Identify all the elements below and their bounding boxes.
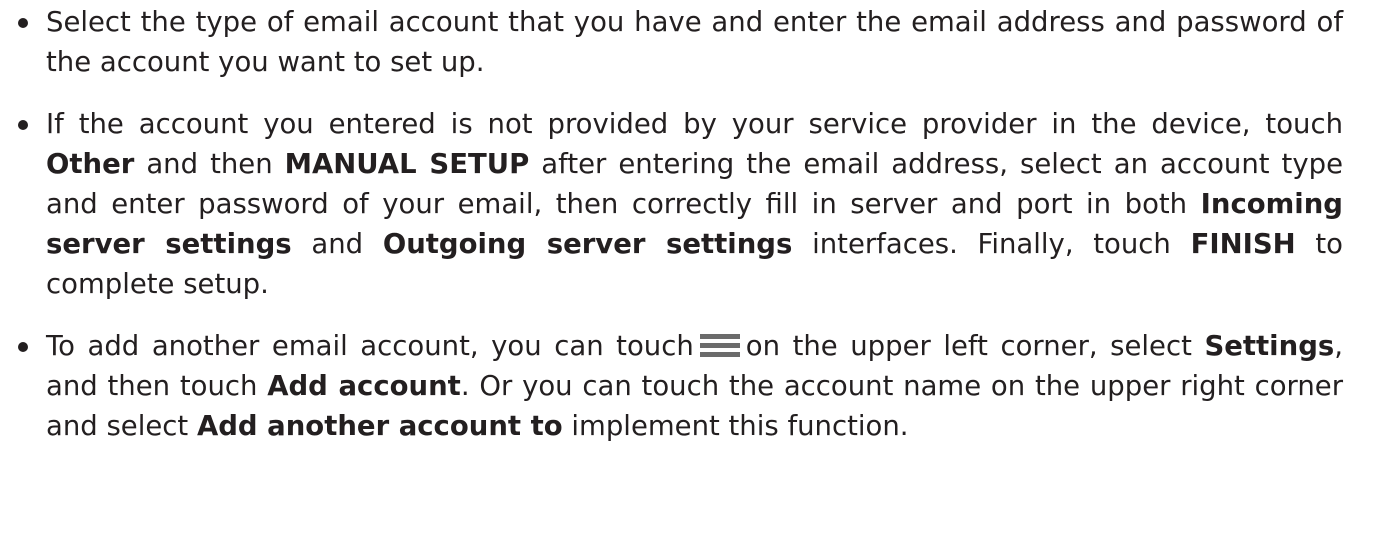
bullet-icon <box>18 18 28 28</box>
bullet-icon <box>18 120 28 130</box>
bullet-text: If the account you entered is not provid… <box>46 108 1343 140</box>
document-page: Select the type of email account that yo… <box>0 0 1373 554</box>
bullet-text: and <box>291 228 383 260</box>
bold-other: Other <box>46 148 135 180</box>
menu-icon <box>699 332 740 358</box>
list-item-select-account-type: Select the type of email account that yo… <box>12 2 1343 82</box>
bold-add-another-account: Add another account to <box>196 410 563 442</box>
bold-finish: FINISH <box>1190 228 1296 260</box>
instruction-list: Select the type of email account that yo… <box>12 2 1343 446</box>
bullet-text: and then <box>134 148 285 180</box>
bullet-text: implement this function. <box>562 410 909 442</box>
bullet-text: To add another email account, you can to… <box>46 330 694 362</box>
bullet-text: interfaces. Finally, touch <box>792 228 1191 260</box>
bold-add-account: Add account <box>267 370 461 402</box>
bold-manual-setup: MANUAL SETUP <box>284 148 530 180</box>
bullet-text: on the upper left corner, select <box>745 330 1205 362</box>
list-item-manual-setup: If the account you entered is not provid… <box>12 104 1343 304</box>
bold-settings: Settings <box>1204 330 1335 362</box>
list-item-add-account: To add another email account, you can to… <box>12 326 1343 446</box>
bullet-icon <box>18 342 28 352</box>
bold-outgoing-server-settings: Outgoing server settings <box>382 228 793 260</box>
bullet-text: Select the type of email account that yo… <box>46 6 1343 78</box>
